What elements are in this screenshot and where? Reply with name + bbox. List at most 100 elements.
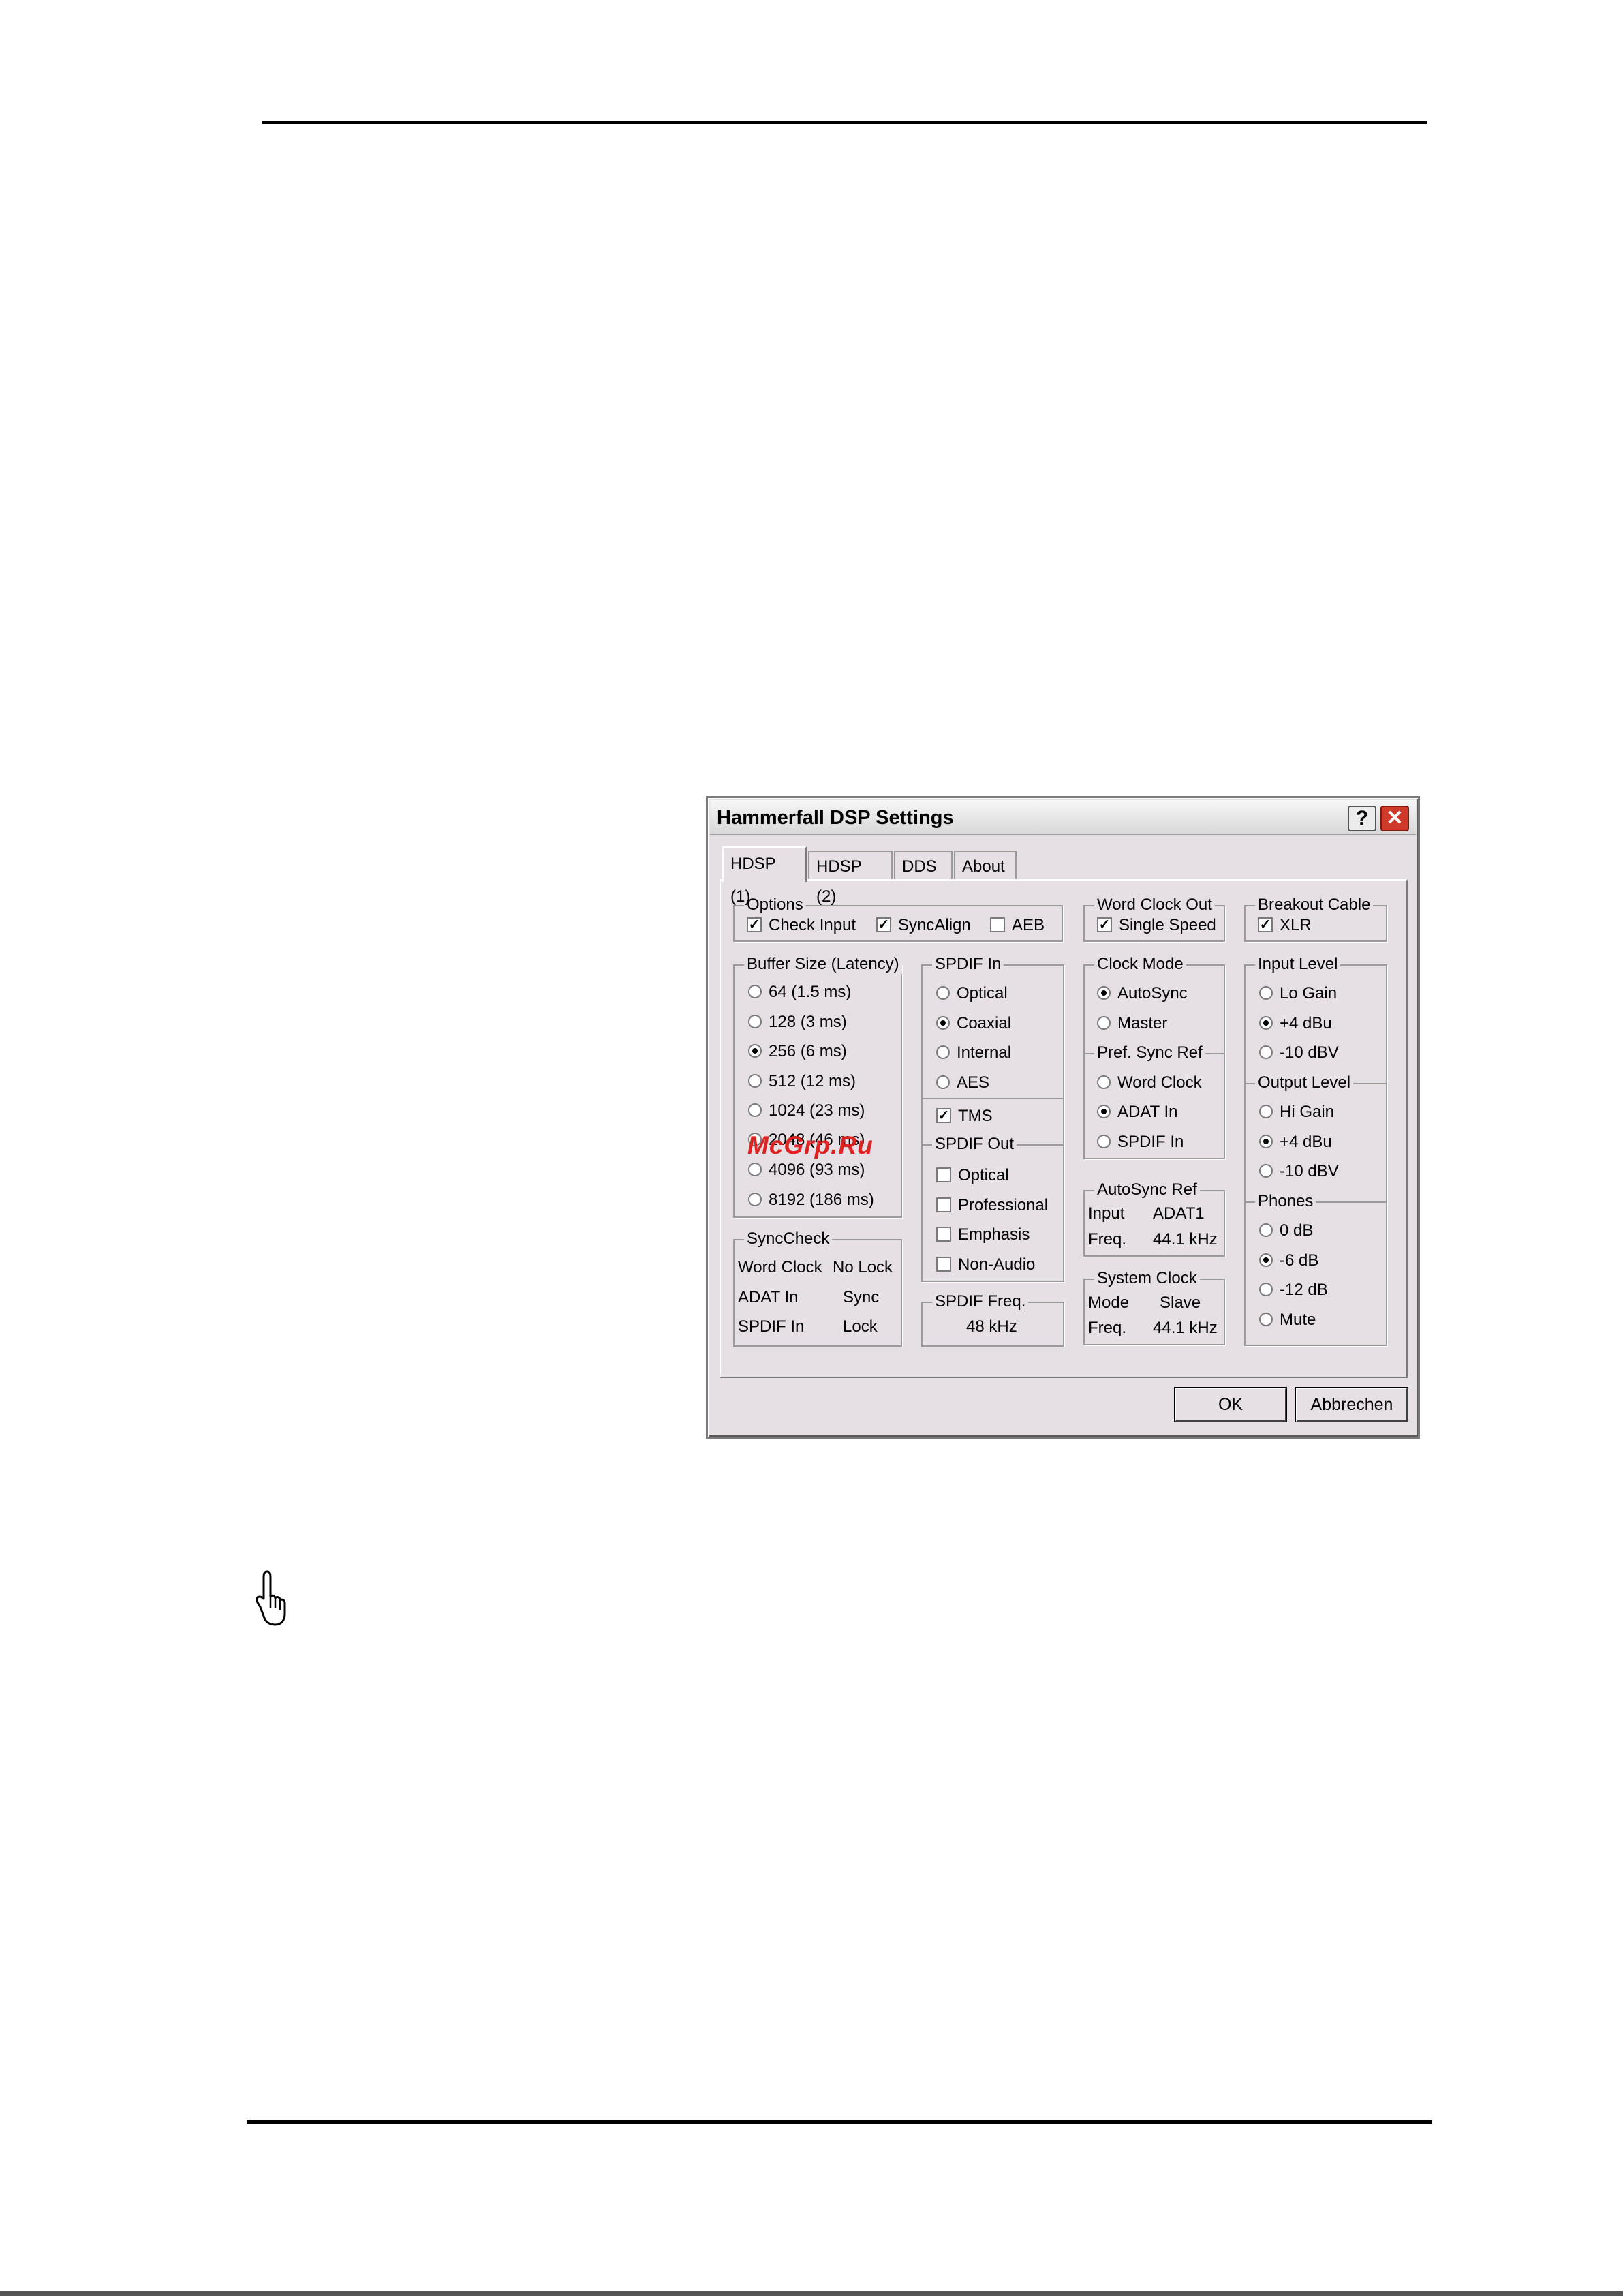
options-label: Options (744, 896, 806, 915)
checkbox-box: ✓ (747, 917, 762, 932)
spdif-in-internal-radio[interactable]: Internal (936, 1043, 1011, 1063)
close-button[interactable]: ✕ (1380, 806, 1409, 831)
buffer-size-label: Buffer Size (Latency) (744, 955, 902, 974)
phones-minus12-radio[interactable]: -12 dB (1259, 1280, 1328, 1300)
checkbox-box: ✓ (1097, 917, 1112, 932)
header-rule (262, 121, 1427, 124)
output-level-plus4-radio[interactable]: +4 dBu (1259, 1132, 1332, 1152)
radio-circle (748, 1103, 762, 1117)
radio-circle (748, 1014, 762, 1028)
footer-rule (247, 2120, 1432, 2124)
spdif-in-separator (923, 1098, 1063, 1099)
xlr-checkbox[interactable]: ✓ XLR (1258, 915, 1312, 936)
pref-sync-word-clock-radio[interactable]: Word Clock (1097, 1073, 1202, 1093)
checkbox-box (936, 1167, 951, 1182)
synccheck-label: SyncCheck (744, 1229, 833, 1249)
spdif-freq-label: SPDIF Freq. (932, 1292, 1029, 1311)
radio-circle (1259, 1134, 1273, 1148)
aeb-checkbox[interactable]: AEB (990, 915, 1045, 936)
spdif-out-label: SPDIF Out (932, 1135, 1017, 1154)
spdif-in-label: SPDIF In (932, 955, 1004, 974)
word-clock-out-label: Word Clock Out (1094, 896, 1215, 915)
tms-checkbox[interactable]: ✓ TMS (936, 1106, 993, 1127)
tab-hdsp-2[interactable]: HDSP (2) (808, 851, 893, 906)
spdif-in-optical-radio[interactable]: Optical (936, 983, 1008, 1004)
single-speed-checkbox[interactable]: ✓ Single Speed (1097, 915, 1216, 936)
checkbox-box: ✓ (876, 917, 891, 932)
output-level-minus10-radio[interactable]: -10 dBV (1259, 1161, 1339, 1182)
syncalign-checkbox[interactable]: ✓ SyncAlign (876, 915, 971, 936)
clock-mode-master-radio[interactable]: Master (1097, 1013, 1167, 1034)
radio-circle (1259, 1312, 1273, 1326)
watermark-text: McGrp.Ru (747, 1131, 874, 1159)
autosync-ref-label: AutoSync Ref (1094, 1180, 1200, 1199)
radio-circle (936, 1045, 950, 1059)
radio-circle (748, 1073, 762, 1088)
synccheck-spdif-status: Lock (843, 1317, 878, 1336)
radio-circle (1259, 1253, 1273, 1267)
input-level-label: Input Level (1255, 955, 1341, 974)
system-clock-freq-value: 44.1 kHz (1153, 1319, 1218, 1337)
input-level-minus10-radio[interactable]: -10 dBV (1259, 1043, 1339, 1063)
check-input-checkbox[interactable]: ✓ Check Input (747, 915, 856, 936)
synccheck-spdif-name: SPDIF In (738, 1317, 805, 1336)
system-clock-mode-label: Mode (1088, 1294, 1130, 1312)
synccheck-adat-name: ADAT In (738, 1288, 799, 1306)
radio-circle (748, 1192, 762, 1206)
radio-circle (748, 1043, 762, 1058)
spdif-freq-value: 48 kHz (966, 1317, 1017, 1336)
checkbox-box (936, 1256, 951, 1272)
radio-circle (1097, 1015, 1111, 1030)
buffer-4096-radio[interactable]: 4096 (93 ms) (748, 1160, 865, 1180)
buffer-256-radio[interactable]: 256 (6 ms) (748, 1041, 847, 1062)
radio-circle (936, 1075, 950, 1089)
radio-circle (1097, 1104, 1111, 1118)
system-clock-label: System Clock (1094, 1269, 1200, 1288)
radio-circle (1259, 1223, 1273, 1237)
breakout-cable-label: Breakout Cable (1255, 896, 1374, 915)
phones-0db-radio[interactable]: 0 dB (1259, 1221, 1313, 1241)
input-level-plus4-radio[interactable]: +4 dBu (1259, 1013, 1332, 1034)
clock-mode-autosync-radio[interactable]: AutoSync (1097, 983, 1188, 1004)
buffer-64-radio[interactable]: 64 (1.5 ms) (748, 982, 851, 1002)
buffer-512-radio[interactable]: 512 (12 ms) (748, 1071, 856, 1092)
pref-sync-adat-in-radio[interactable]: ADAT In (1097, 1102, 1177, 1122)
help-button[interactable]: ? (1348, 806, 1376, 831)
output-level-hi-gain-radio[interactable]: Hi Gain (1259, 1102, 1334, 1122)
ok-button[interactable]: OK (1175, 1388, 1286, 1422)
spdif-in-coaxial-radio[interactable]: Coaxial (936, 1013, 1011, 1034)
spdif-out-non-audio-checkbox[interactable]: Non-Audio (936, 1255, 1035, 1275)
checkbox-box (990, 917, 1005, 932)
radio-circle (936, 985, 950, 1000)
tab-hdsp-1[interactable]: HDSP (1) (722, 846, 807, 906)
pref-sync-spdif-in-radio[interactable]: SPDIF In (1097, 1132, 1184, 1152)
phones-label: Phones (1255, 1192, 1316, 1211)
autosync-freq-label: Freq. (1088, 1230, 1127, 1249)
radio-circle (1259, 1163, 1273, 1178)
checkbox-box (936, 1226, 951, 1242)
buffer-1024-radio[interactable]: 1024 (23 ms) (748, 1101, 865, 1121)
radio-circle (748, 1162, 762, 1176)
dialog-title: Hammerfall DSP Settings (717, 807, 954, 829)
clock-mode-label: Clock Mode (1094, 955, 1186, 974)
output-level-label: Output Level (1255, 1073, 1354, 1092)
buffer-128-radio[interactable]: 128 (3 ms) (748, 1012, 847, 1032)
radio-circle (1097, 1075, 1111, 1089)
synccheck-word-clock-status: No Lock (833, 1258, 893, 1276)
tab-dds[interactable]: DDS (894, 851, 953, 881)
checkbox-box: ✓ (1258, 917, 1273, 932)
phones-minus6-radio[interactable]: -6 dB (1259, 1251, 1318, 1271)
radio-circle (1097, 985, 1111, 1000)
spdif-out-optical-checkbox[interactable]: Optical (936, 1165, 1009, 1186)
spdif-in-aes-radio[interactable]: AES (936, 1073, 989, 1093)
input-level-lo-gain-radio[interactable]: Lo Gain (1259, 983, 1337, 1004)
checkbox-box: ✓ (936, 1107, 951, 1123)
cancel-button[interactable]: Abbrechen (1296, 1388, 1408, 1422)
spdif-out-professional-checkbox[interactable]: Professional (936, 1195, 1048, 1216)
buffer-8192-radio[interactable]: 8192 (186 ms) (748, 1190, 874, 1210)
radio-circle (1259, 1104, 1273, 1118)
tab-about[interactable]: About (954, 851, 1017, 881)
radio-circle (1259, 1282, 1273, 1296)
spdif-out-emphasis-checkbox[interactable]: Emphasis (936, 1225, 1030, 1245)
phones-mute-radio[interactable]: Mute (1259, 1310, 1316, 1330)
